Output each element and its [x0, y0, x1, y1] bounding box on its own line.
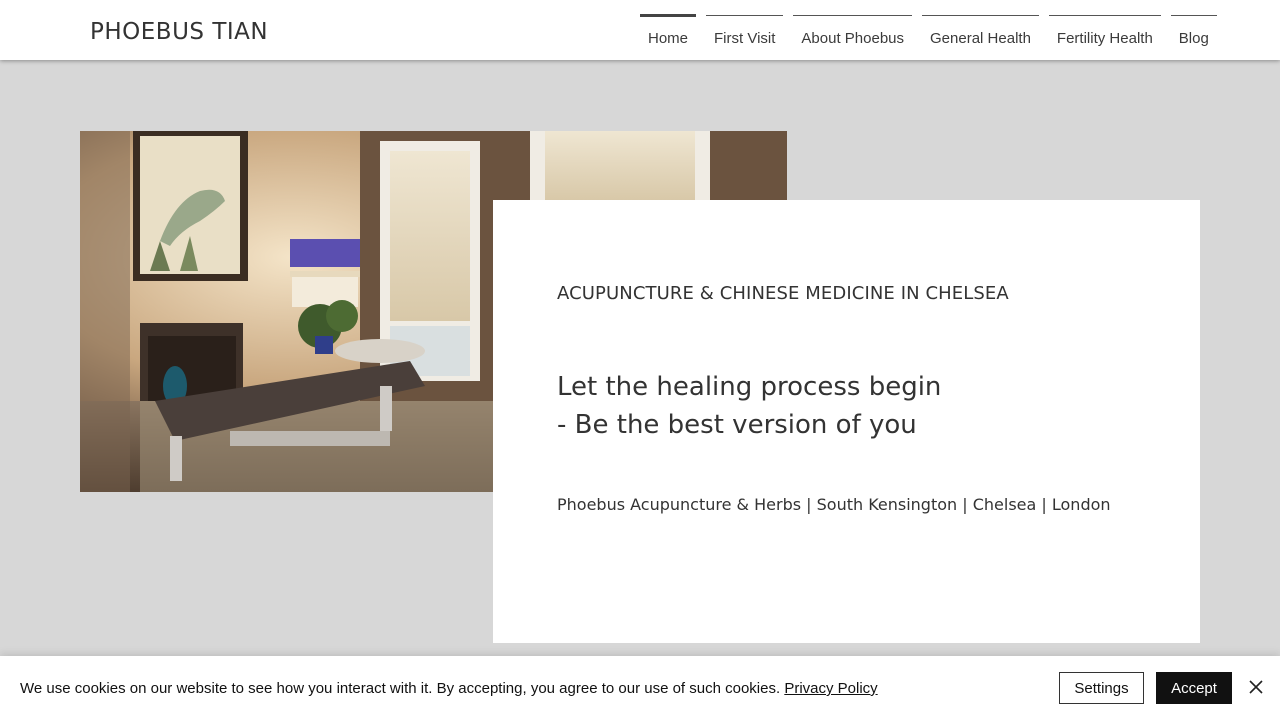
cookie-message: We use cookies on our website to see how…: [20, 680, 878, 697]
site-header: PHOEBUS TIAN Home First Visit About Phoe…: [0, 0, 1280, 60]
nav-item-blog[interactable]: Blog: [1170, 14, 1217, 60]
nav-item-general-health[interactable]: General Health: [922, 14, 1039, 60]
main-nav: Home First Visit About Phoebus General H…: [640, 14, 1227, 60]
headline-line-2: - Be the best version of you: [557, 410, 917, 440]
privacy-policy-link[interactable]: Privacy Policy: [784, 680, 877, 697]
nav-item-fertility-health[interactable]: Fertility Health: [1048, 14, 1161, 60]
nav-item-about-phoebus[interactable]: About Phoebus: [793, 14, 912, 60]
cookie-accept-button[interactable]: Accept: [1156, 672, 1232, 704]
site-logo[interactable]: PHOEBUS TIAN: [90, 21, 268, 44]
hero-headline: Let the healing process begin - Be the b…: [557, 368, 941, 444]
headline-line-1: Let the healing process begin: [557, 372, 942, 402]
cookie-settings-button[interactable]: Settings: [1059, 672, 1144, 704]
hero-eyebrow: ACUPUNCTURE & CHINESE MEDICINE IN CHELSE…: [557, 283, 1009, 304]
cookie-message-text: We use cookies on our website to see how…: [20, 680, 785, 697]
cookie-banner: We use cookies on our website to see how…: [0, 656, 1280, 720]
hero-text-card: ACUPUNCTURE & CHINESE MEDICINE IN CHELSE…: [493, 200, 1200, 643]
nav-item-first-visit[interactable]: First Visit: [706, 14, 784, 60]
hero-tagline: Phoebus Acupuncture & Herbs | South Kens…: [557, 495, 1111, 514]
close-icon[interactable]: [1246, 677, 1266, 697]
nav-item-home[interactable]: Home: [640, 14, 697, 60]
